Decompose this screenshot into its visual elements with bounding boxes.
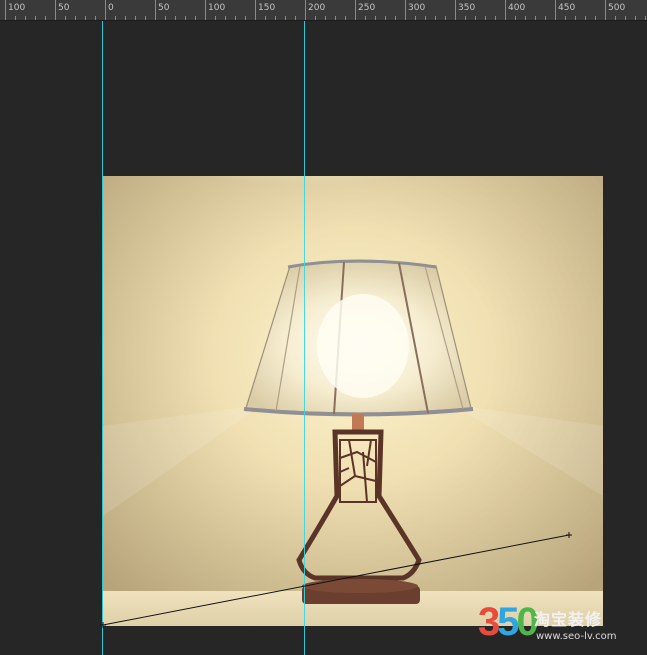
ruler-tick [475,16,476,20]
ruler-tick [65,16,66,20]
ruler-label: 250 [358,3,376,13]
ruler-tick [125,16,126,20]
watermark-url: www.seo-lv.com [536,631,617,642]
ruler-tick [285,16,286,20]
ruler-tick [95,16,96,20]
ruler-tick [545,16,546,20]
ruler-label: 100 [208,3,226,13]
ruler-tick [445,16,446,20]
ruler-tick [645,16,646,20]
ruler-tick [155,0,156,20]
ruler-tick [465,16,466,20]
watermark-logo: 350 淘宝装修 www.seo-lv.com [478,600,640,655]
ruler-tick [485,16,486,20]
ruler-tick [255,0,256,20]
watermark-brand: 淘宝装修 [534,610,603,629]
ruler-tick [595,16,596,20]
ruler-tick [605,0,606,20]
ruler-tick [395,16,396,20]
ruler-label: 400 [508,3,526,13]
ruler-tick [195,16,196,20]
ruler-label: 50 [58,3,70,13]
ruler-tick [225,16,226,20]
ruler-label: 300 [408,3,426,13]
ruler-tick [345,16,346,20]
ruler-tick [75,16,76,20]
ruler-tick [315,16,316,20]
ruler-tick [235,16,236,20]
ruler-label: 450 [558,3,576,13]
ruler-tick [355,0,356,20]
ruler-tick [5,0,6,20]
watermark-digit: 3 [478,600,500,644]
ruler-tick [555,0,556,20]
ruler-tick [15,16,16,20]
ruler-tick [115,16,116,20]
ruler-tick [275,16,276,20]
ruler-label: 350 [458,3,476,13]
ruler-tick [365,16,366,20]
ruler-label: 150 [258,3,276,13]
ruler-tick [45,16,46,20]
ruler-tick [325,16,326,20]
ruler-label: 500 [608,3,626,13]
ruler-tick [305,0,306,20]
watermark-digit: 5 [497,600,519,644]
ruler-tick [615,16,616,20]
ruler-tick [525,16,526,20]
ruler-tick [165,16,166,20]
ruler-label: 100 [8,3,26,13]
ruler-tick [215,16,216,20]
ruler-tick [635,16,636,20]
ruler-tick [385,16,386,20]
ruler-tick [335,16,336,20]
ruler-tick [585,16,586,20]
ruler-tick [505,0,506,20]
document-canvas[interactable]: 350 淘宝装修 www.seo-lv.com [0,21,647,655]
ruler-tick [205,0,206,20]
ruler-tick [425,16,426,20]
ruler-tick [85,16,86,20]
horizontal-ruler[interactable]: 100 50 0 50 100 150 200 250 300 350 400 450 500 [0,0,647,21]
ruler-tick [175,16,176,20]
ruler-tick [565,16,566,20]
ruler-tick [145,16,146,20]
ruler-tick [415,16,416,20]
ruler-tick [625,16,626,20]
ruler-tick [25,16,26,20]
ruler-tick [515,16,516,20]
ruler-tick [375,16,376,20]
ruler-label: 50 [158,3,170,13]
ruler-tick [535,16,536,20]
ruler-tick [405,0,406,20]
ruler-tick [265,16,266,20]
pen-path-overlay[interactable] [0,21,647,655]
ruler-tick [455,0,456,20]
watermark-digits: 350 [478,600,539,644]
ruler-label: 0 [108,3,114,13]
ruler-tick [55,0,56,20]
ruler-tick [135,16,136,20]
ruler-tick [495,16,496,20]
ruler-label: 200 [308,3,326,13]
ruler-tick [435,16,436,20]
watermark-digit: 0 [516,600,539,644]
ruler-tick [245,16,246,20]
ruler-tick [185,16,186,20]
ruler-tick [575,16,576,20]
ruler-tick [35,16,36,20]
ruler-tick [105,0,106,20]
ruler-tick [295,16,296,20]
